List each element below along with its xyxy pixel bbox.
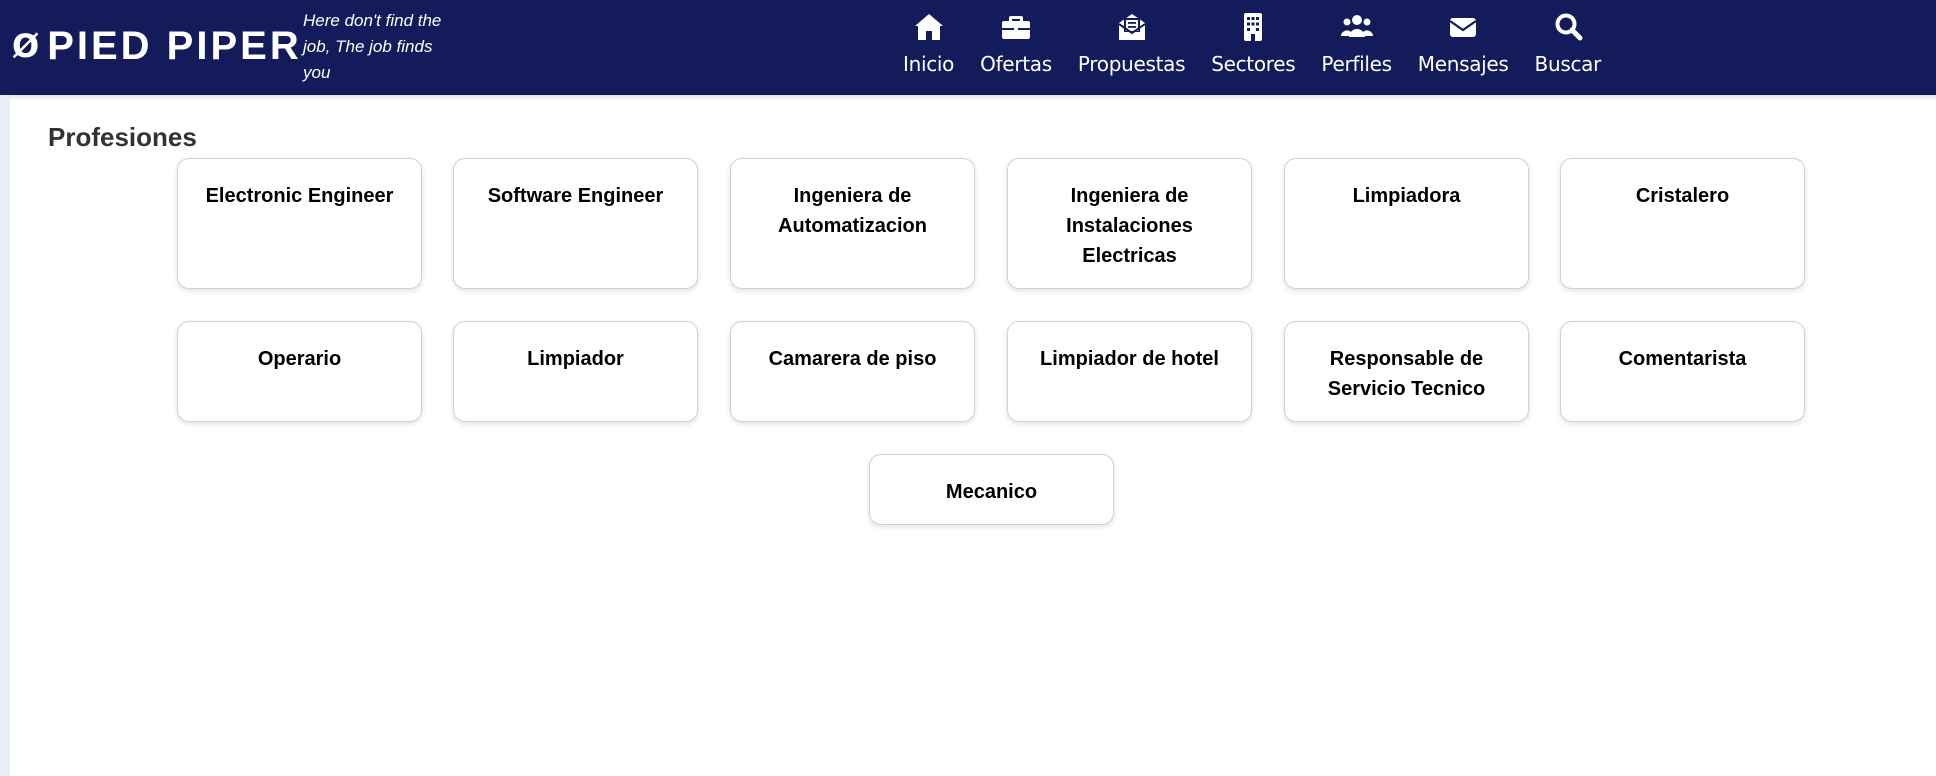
profession-card[interactable]: Mecanico	[869, 454, 1114, 525]
profession-label: Electronic Engineer	[205, 185, 394, 207]
nav-label: Propuestas	[1077, 52, 1186, 76]
profession-card[interactable]: Limpiador	[453, 321, 698, 422]
nav-label: Sectores	[1211, 52, 1296, 76]
profession-card[interactable]: Camarera de piso	[730, 321, 975, 422]
nav-item-mensajes[interactable]: Mensajes	[1405, 10, 1522, 88]
profession-label: Software Engineer	[487, 185, 664, 207]
nav-item-sectores[interactable]: Sectores	[1198, 10, 1308, 88]
envelope-icon	[1449, 18, 1477, 37]
profession-card[interactable]: Electronic Engineer	[177, 158, 422, 289]
brand-name: PIED PIPER	[47, 24, 302, 68]
nav-label: Buscar	[1534, 52, 1602, 76]
briefcase-icon	[1001, 16, 1030, 39]
profession-card[interactable]: Limpiadora	[1284, 158, 1529, 289]
page-title: Profesiones	[48, 122, 197, 152]
brand[interactable]: Ø PIED PIPER	[12, 18, 302, 74]
profession-label: Responsable de Servicio Tecnico	[1327, 348, 1486, 400]
nav-item-ofertas[interactable]: Ofertas	[967, 10, 1065, 88]
profession-label: Camarera de piso	[768, 348, 937, 370]
nav-label: Mensajes	[1417, 52, 1509, 76]
nav-item-perfiles[interactable]: Perfiles	[1308, 10, 1404, 88]
profession-label: Operario	[257, 348, 342, 370]
profession-card[interactable]: Ingeniera de Instalaciones Electricas	[1007, 158, 1252, 289]
profession-card[interactable]: Software Engineer	[453, 158, 698, 289]
users-icon	[1340, 15, 1373, 37]
nav-label: Perfiles	[1321, 52, 1392, 76]
building-icon	[1244, 13, 1263, 41]
envelope-open-icon	[1117, 14, 1146, 40]
nav-item-buscar[interactable]: Buscar	[1522, 10, 1615, 88]
profession-card[interactable]: Ingeniera de Automatizacion	[730, 158, 975, 289]
main-nav: Inicio Ofertas Propuestas Sectores Perfi…	[890, 10, 1614, 88]
profession-card[interactable]: Operario	[177, 321, 422, 422]
profession-card[interactable]: Cristalero	[1560, 158, 1805, 289]
profession-label: Limpiador	[527, 348, 624, 370]
home-icon	[914, 14, 943, 40]
nav-label: Inicio	[903, 52, 955, 76]
search-icon	[1555, 13, 1583, 41]
tagline: Here don't find the job, The job finds y…	[303, 11, 442, 82]
profession-label: Ingeniera de Automatizacion	[778, 185, 927, 237]
logo-icon: Ø	[12, 27, 40, 65]
profession-label: Ingeniera de Instalaciones Electricas	[1066, 185, 1193, 267]
profession-label: Limpiadora	[1352, 185, 1461, 207]
profession-card[interactable]: Limpiador de hotel	[1007, 321, 1252, 422]
profession-label: Limpiador de hotel	[1040, 348, 1219, 370]
profession-label: Cristalero	[1635, 185, 1730, 207]
left-sidebar-edge	[0, 95, 10, 776]
profession-label: Mecanico	[945, 481, 1038, 503]
profession-card[interactable]: Responsable de Servicio Tecnico	[1284, 321, 1529, 422]
top-navbar: Ø PIED PIPER Here don't find the job, Th…	[0, 0, 1936, 95]
nav-item-inicio[interactable]: Inicio	[890, 10, 967, 88]
nav-label: Ofertas	[980, 52, 1052, 76]
nav-item-propuestas[interactable]: Propuestas	[1065, 10, 1198, 88]
profession-label: Comentarista	[1618, 348, 1747, 370]
profession-card[interactable]: Comentarista	[1560, 321, 1805, 422]
header-shadow	[10, 95, 1936, 101]
